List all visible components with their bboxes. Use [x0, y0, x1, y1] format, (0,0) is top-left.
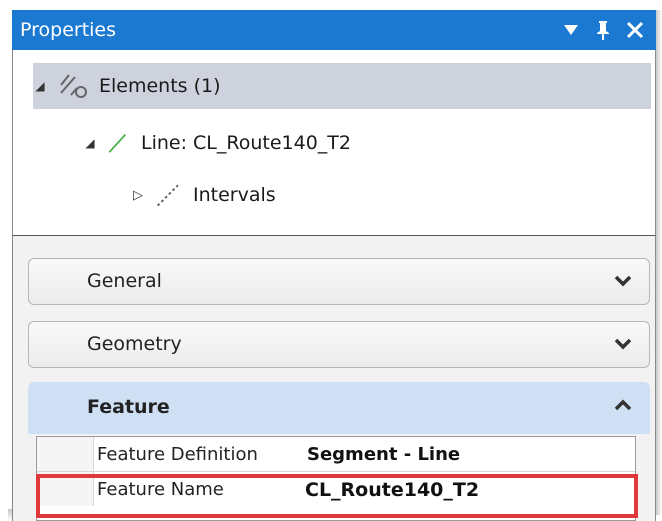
chevron-down-icon[interactable]: [613, 334, 633, 354]
tree-node-line[interactable]: ◢ Line: CL_Route140_T2: [83, 120, 351, 166]
panel-shadow-right: [656, 10, 662, 515]
tree-node-elements[interactable]: ◢ Elements (1): [33, 63, 651, 109]
tree-node-label: Line: CL_Route140_T2: [141, 132, 352, 154]
property-row-feature-name[interactable]: Feature Name CL_Route140_T2: [37, 472, 635, 506]
property-value[interactable]: CL_Route140_T2: [305, 479, 479, 501]
row-indent: [37, 437, 94, 471]
dashed-line-icon: [157, 184, 179, 207]
chevron-up-icon[interactable]: [613, 395, 633, 415]
property-row-feature-definition[interactable]: Feature Definition Segment - Line: [37, 437, 635, 472]
row-indent: [37, 472, 94, 506]
close-icon[interactable]: [622, 17, 648, 43]
chevron-down-icon[interactable]: [613, 271, 633, 291]
section-geometry[interactable]: Geometry: [28, 321, 650, 368]
properties-title-bar[interactable]: Properties: [12, 10, 656, 50]
line-icon: [108, 134, 126, 153]
property-label: Feature Definition: [97, 444, 258, 465]
panel-title: Properties: [20, 19, 117, 41]
title-bar-controls: [558, 17, 648, 43]
section-label: Geometry: [87, 333, 182, 355]
collapsed-arrow-icon[interactable]: ▷: [131, 188, 145, 203]
tree-node-intervals[interactable]: ▷ Intervals: [131, 172, 276, 218]
expanded-arrow-icon[interactable]: ◢: [83, 136, 97, 150]
expanded-arrow-icon[interactable]: ◢: [33, 79, 47, 93]
property-label: Feature Name: [97, 479, 224, 500]
feature-property-grid: Feature Definition Segment - Line Featur…: [36, 436, 636, 521]
pin-icon[interactable]: [590, 17, 616, 43]
section-general[interactable]: General: [28, 258, 650, 305]
elements-icon: [60, 74, 87, 98]
section-label: General: [87, 270, 162, 292]
selection-tree: ◢ Elements (1) ◢ Line: CL_Route140_T2 ▷ …: [12, 50, 656, 236]
section-label: Feature: [87, 396, 170, 418]
dropdown-arrow-icon[interactable]: [558, 17, 584, 43]
tree-node-label: Intervals: [193, 184, 276, 206]
property-value[interactable]: Segment - Line: [307, 444, 460, 465]
section-feature[interactable]: Feature: [28, 382, 650, 434]
tree-node-label: Elements (1): [99, 75, 221, 97]
